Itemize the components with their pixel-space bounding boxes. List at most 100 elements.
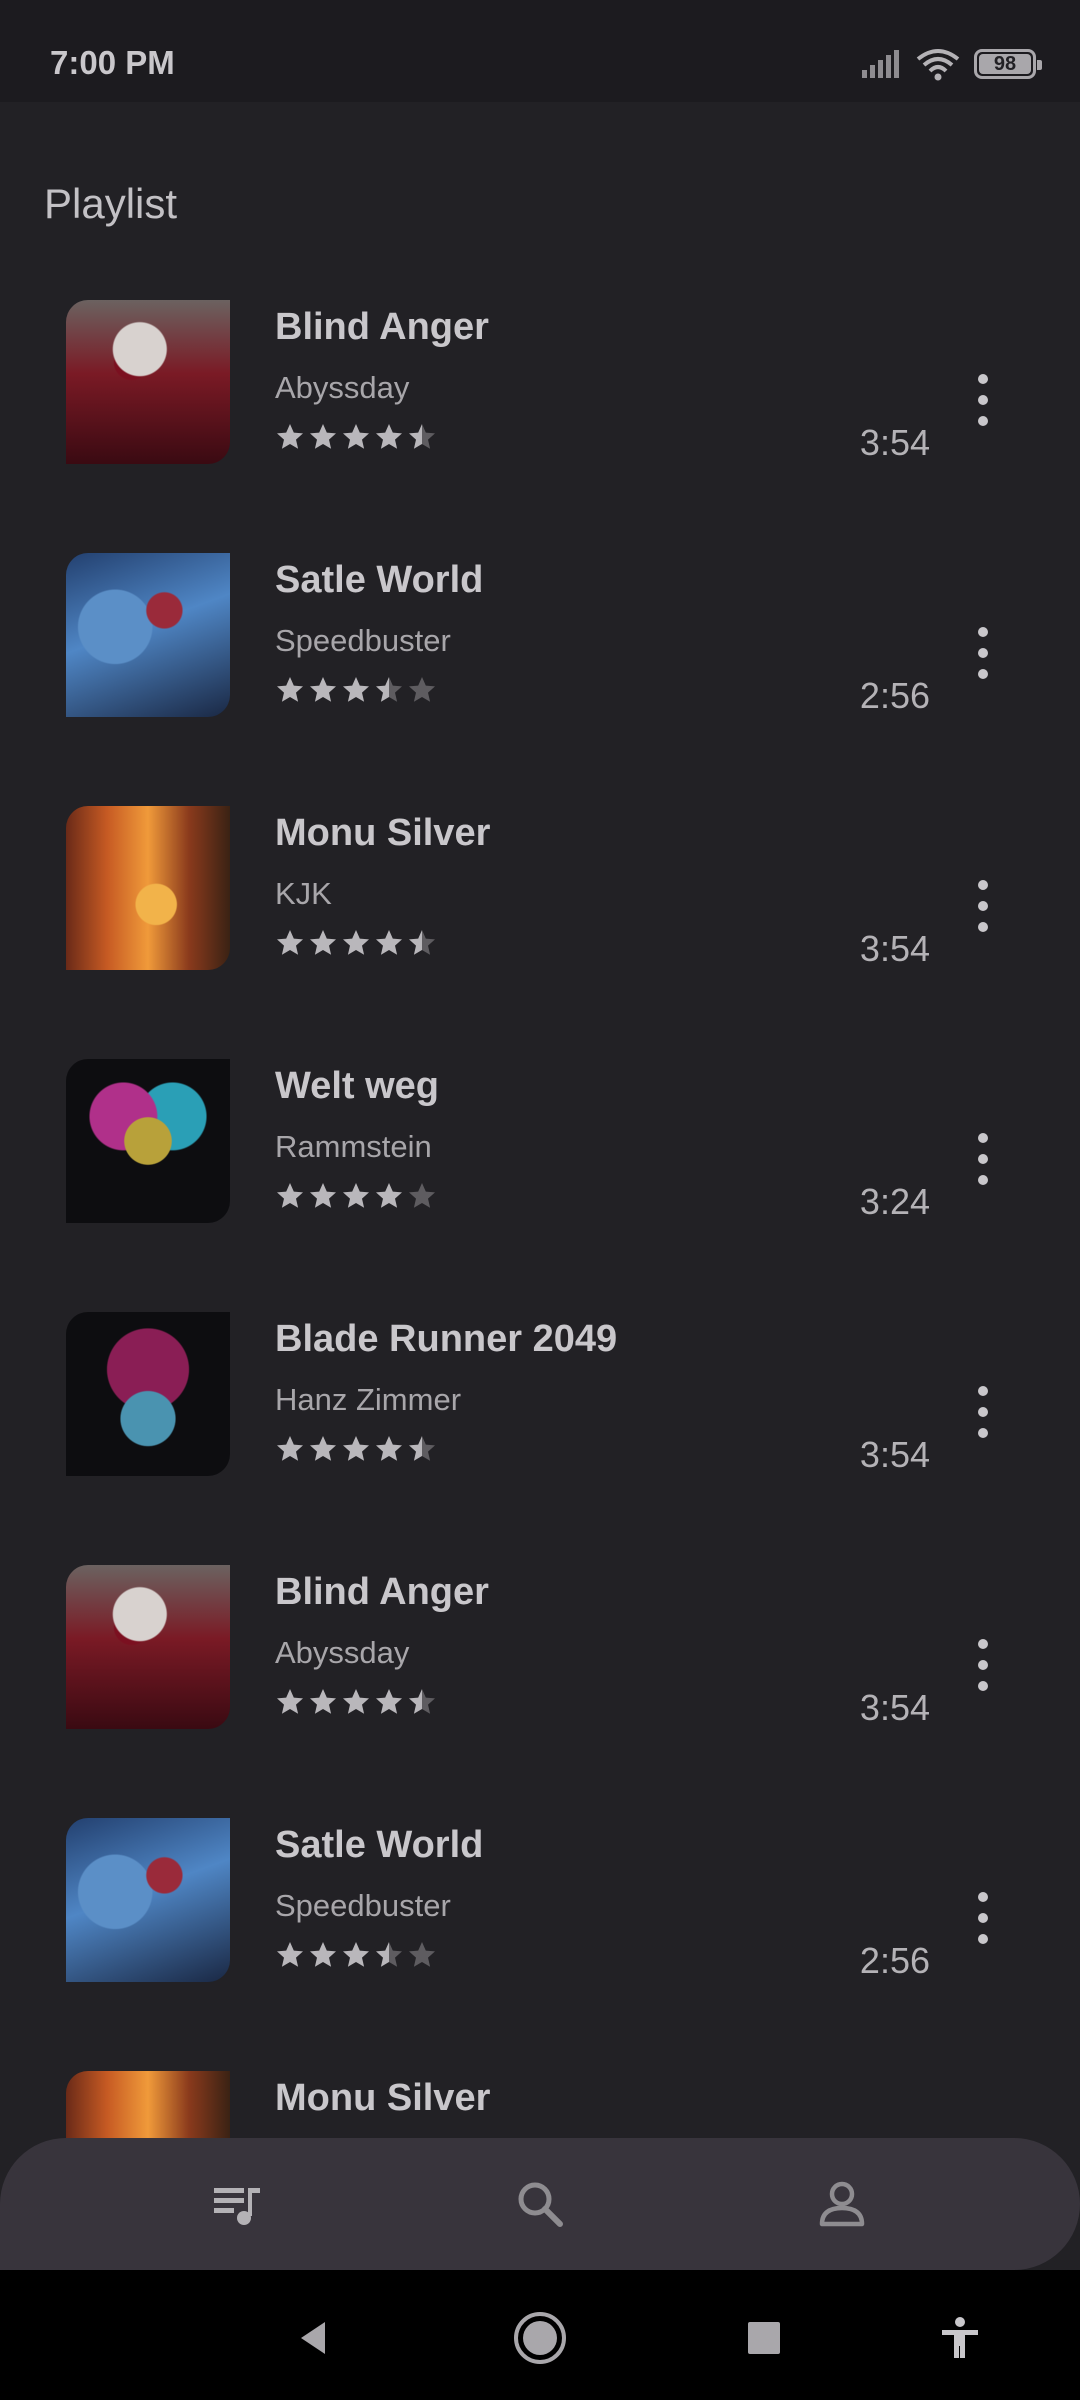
- track-row[interactable]: Blade Runner 2049 Hanz Zimmer 3:54: [0, 1312, 1080, 1565]
- track-title: Welt weg: [275, 1065, 439, 1107]
- star-rating: [275, 1434, 437, 1464]
- nav-playlist[interactable]: [208, 2174, 268, 2234]
- accessibility-icon: [942, 2317, 978, 2358]
- track-row[interactable]: Monu Silver KJK 3:54: [0, 806, 1080, 1059]
- track-duration: 3:54: [859, 1434, 930, 1475]
- person-icon: [819, 2181, 865, 2227]
- track-row[interactable]: Blind Anger Abyssday 3:54: [0, 1565, 1080, 1818]
- nav-search[interactable]: [510, 2174, 570, 2234]
- accessibility-button[interactable]: [930, 2308, 990, 2368]
- album-art: [66, 806, 230, 970]
- track-duration: 2:56: [859, 1940, 930, 1981]
- more-options-icon[interactable]: [968, 1635, 998, 1695]
- more-options-icon[interactable]: [968, 876, 998, 936]
- track-duration: 3:54: [859, 422, 930, 463]
- track-title: Satle World: [275, 1824, 484, 1866]
- star-icon: [376, 677, 402, 702]
- recents-button[interactable]: [734, 2308, 794, 2368]
- star-icon: [277, 1436, 303, 1461]
- album-art: [66, 1312, 230, 1476]
- battery-level: 98: [993, 52, 1017, 75]
- system-nav-bar: [0, 2270, 1080, 2400]
- star-icon: [277, 930, 303, 955]
- star-icon: [310, 677, 336, 702]
- track-artist: Speedbuster: [275, 623, 451, 658]
- star-icon: [409, 1942, 435, 1967]
- more-options-icon[interactable]: [968, 1129, 998, 1189]
- track-row[interactable]: Welt weg Rammstein 3:24: [0, 1059, 1080, 1312]
- track-title: Monu Silver: [275, 812, 491, 854]
- star-rating: [275, 1687, 437, 1717]
- track-artist: Hanz Zimmer: [275, 1382, 462, 1417]
- more-options-icon[interactable]: [968, 370, 998, 430]
- track-title: Blade Runner 2049: [275, 1318, 618, 1360]
- page-title: Playlist: [44, 180, 178, 228]
- star-rating: [275, 928, 437, 958]
- star-icon: [343, 677, 369, 702]
- track-title: Blind Anger: [275, 1571, 489, 1613]
- track-row[interactable]: Satle World Speedbuster 2:56: [0, 1818, 1080, 2071]
- star-icon: [376, 1689, 402, 1714]
- star-icon: [376, 1183, 402, 1208]
- star-rating: [275, 422, 437, 452]
- track-artist: Rammstein: [275, 1129, 432, 1164]
- star-icon: [277, 1942, 303, 1967]
- star-icon: [409, 1436, 435, 1461]
- star-icon: [343, 1689, 369, 1714]
- home-icon: [514, 2312, 566, 2364]
- album-art: [66, 1818, 230, 1982]
- star-icon: [277, 424, 303, 449]
- star-rating: [275, 1940, 437, 1970]
- album-art: [66, 1059, 230, 1223]
- star-icon: [409, 677, 435, 702]
- back-button[interactable]: [283, 2308, 343, 2368]
- star-icon: [409, 930, 435, 955]
- star-rating: [275, 675, 437, 705]
- more-options-icon[interactable]: [968, 623, 998, 683]
- track-artist: Abyssday: [275, 370, 410, 405]
- signal-icon: [862, 50, 899, 78]
- star-icon: [277, 677, 303, 702]
- star-icon: [310, 1942, 336, 1967]
- star-icon: [310, 1689, 336, 1714]
- more-options-icon[interactable]: [968, 1888, 998, 1948]
- album-art: [66, 300, 230, 464]
- star-icon: [409, 1689, 435, 1714]
- star-icon: [310, 930, 336, 955]
- album-art: [66, 2071, 230, 2140]
- status-bar: 7:00 PM 98: [0, 0, 1080, 102]
- star-icon: [376, 930, 402, 955]
- star-rating: [275, 1181, 437, 1211]
- back-icon: [301, 2322, 325, 2354]
- home-button[interactable]: [510, 2308, 570, 2368]
- track-duration: 3:54: [859, 1687, 930, 1728]
- track-duration: 3:24: [859, 1181, 930, 1222]
- track-title: Monu Silver: [275, 2077, 491, 2119]
- star-icon: [343, 1942, 369, 1967]
- track-artist: Speedbuster: [275, 1888, 451, 1923]
- more-options-icon[interactable]: [968, 1382, 998, 1442]
- track-row[interactable]: Blind Anger Abyssday 3:54: [0, 300, 1080, 553]
- track-list: Blind Anger Abyssday 3:54 Satle World Speedb…: [0, 300, 1080, 2140]
- track-row[interactable]: Monu Silver: [0, 2071, 1080, 2140]
- star-icon: [376, 424, 402, 449]
- star-icon: [376, 1436, 402, 1461]
- recents-icon: [748, 2322, 780, 2354]
- battery-icon: 98: [974, 49, 1042, 79]
- track-duration: 3:54: [859, 928, 930, 969]
- star-icon: [310, 1436, 336, 1461]
- star-icon: [343, 1436, 369, 1461]
- star-icon: [310, 424, 336, 449]
- album-art: [66, 1565, 230, 1729]
- track-artist: KJK: [275, 876, 332, 911]
- track-title: Satle World: [275, 559, 484, 601]
- nav-profile[interactable]: [812, 2174, 872, 2234]
- star-icon: [277, 1689, 303, 1714]
- star-icon: [277, 1183, 303, 1208]
- status-icons: 98: [860, 44, 1042, 84]
- search-icon: [518, 2182, 563, 2227]
- wifi-icon: [916, 49, 960, 81]
- track-row[interactable]: Satle World Speedbuster 2:56: [0, 553, 1080, 806]
- star-icon: [409, 1183, 435, 1208]
- track-duration: 2:56: [859, 675, 930, 716]
